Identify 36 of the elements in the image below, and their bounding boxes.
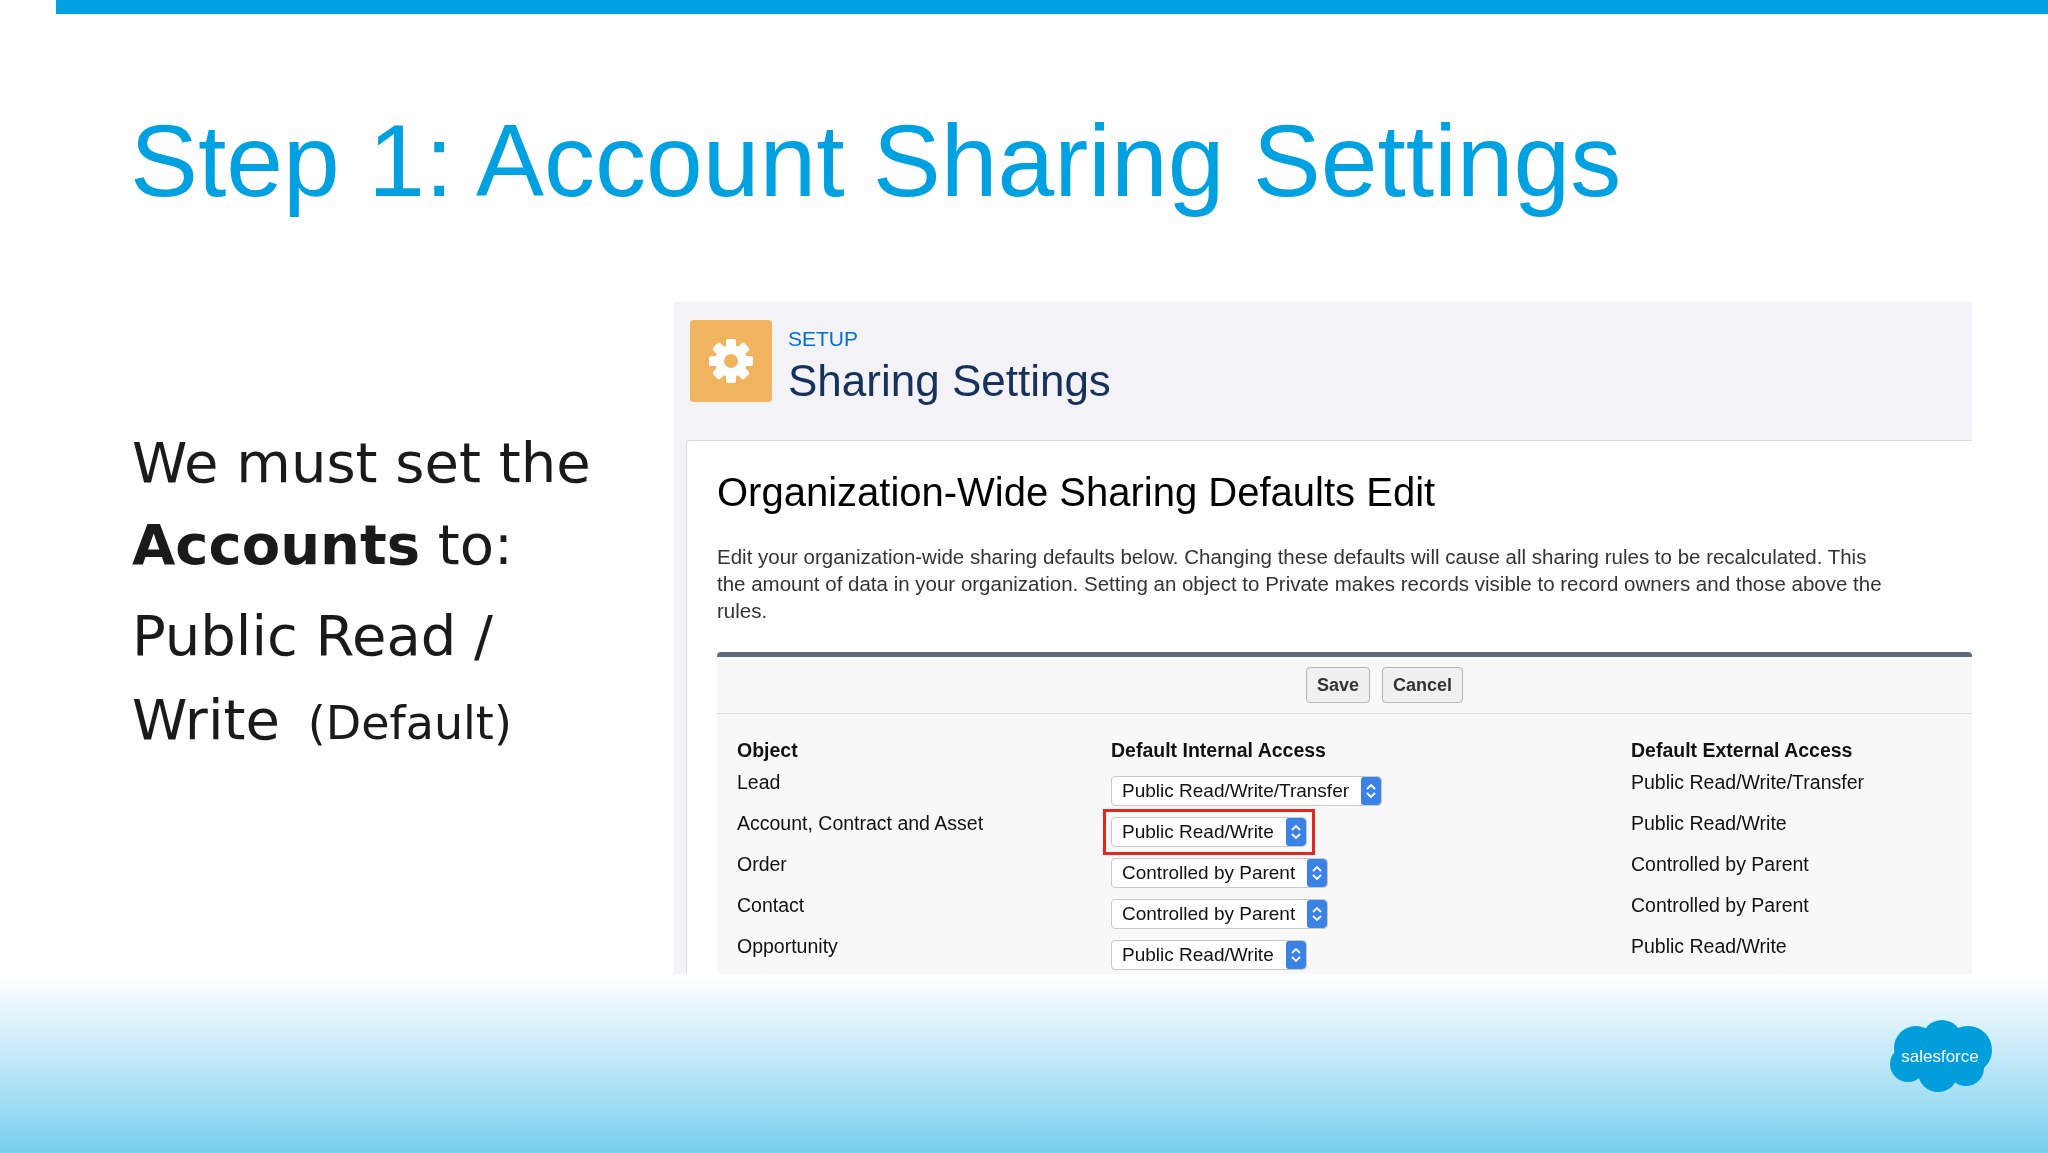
external-access: Controlled by Parent (1631, 894, 1809, 917)
logo-badge: salesforce (1886, 1018, 1994, 1095)
column-header: Object (737, 738, 799, 764)
stepper-icon (1285, 941, 1306, 970)
external-access: Public Read/Write (1631, 935, 1787, 958)
description-text: Edit your organization-wide sharing defaults below. Changing these defaults will cause all sharing rules to be recalculated. This (717, 544, 1868, 571)
column-header: Default External Access (1631, 738, 1854, 764)
select-field[interactable]: Public Read/Write (1111, 940, 1307, 971)
stepper-icon (1285, 818, 1306, 847)
object-name: Opportunity (737, 935, 838, 958)
object-name: Lead (737, 771, 781, 794)
card-title: Organization-Wide Sharing Defaults Edit (717, 469, 1437, 517)
form-button[interactable]: Cancel (1382, 667, 1464, 704)
setup-label: SETUP (788, 328, 859, 350)
external-access: Public Read/Write/Transfer (1631, 771, 1864, 794)
column-header: Default Internal Access (1111, 738, 1327, 764)
description-text: rules. (717, 598, 769, 625)
statement-text: We must set the Accounts to: (132, 429, 592, 580)
external-access: Controlled by Parent (1631, 853, 1809, 876)
external-access: Public Read/Write (1631, 812, 1787, 835)
object-name: Order (737, 853, 787, 876)
select-field[interactable]: Controlled by Parent (1111, 899, 1329, 930)
object-name: Account, Contract and Asset (737, 812, 984, 835)
form-button[interactable]: Save (1305, 667, 1370, 704)
stepper-icon (1307, 859, 1328, 888)
select-field[interactable]: Public Read/Write (1111, 817, 1307, 848)
value-text: Public Read / Write (Default) (132, 602, 513, 755)
gear-icon (690, 320, 772, 403)
select-field[interactable]: Public Read/Write/Transfer (1111, 776, 1383, 807)
select-field[interactable]: Controlled by Parent (1111, 858, 1329, 889)
stepper-icon (1307, 900, 1328, 929)
description-text: the amount of data in your organization. Setting an object to Private makes records visible to record owners and those above the (717, 571, 1883, 598)
page-title: Sharing Settings (788, 355, 1111, 408)
object-name: Contact (737, 894, 805, 917)
stepper-icon (1361, 777, 1382, 806)
slide-title: Step 1: Account Sharing Settings (130, 103, 1622, 220)
